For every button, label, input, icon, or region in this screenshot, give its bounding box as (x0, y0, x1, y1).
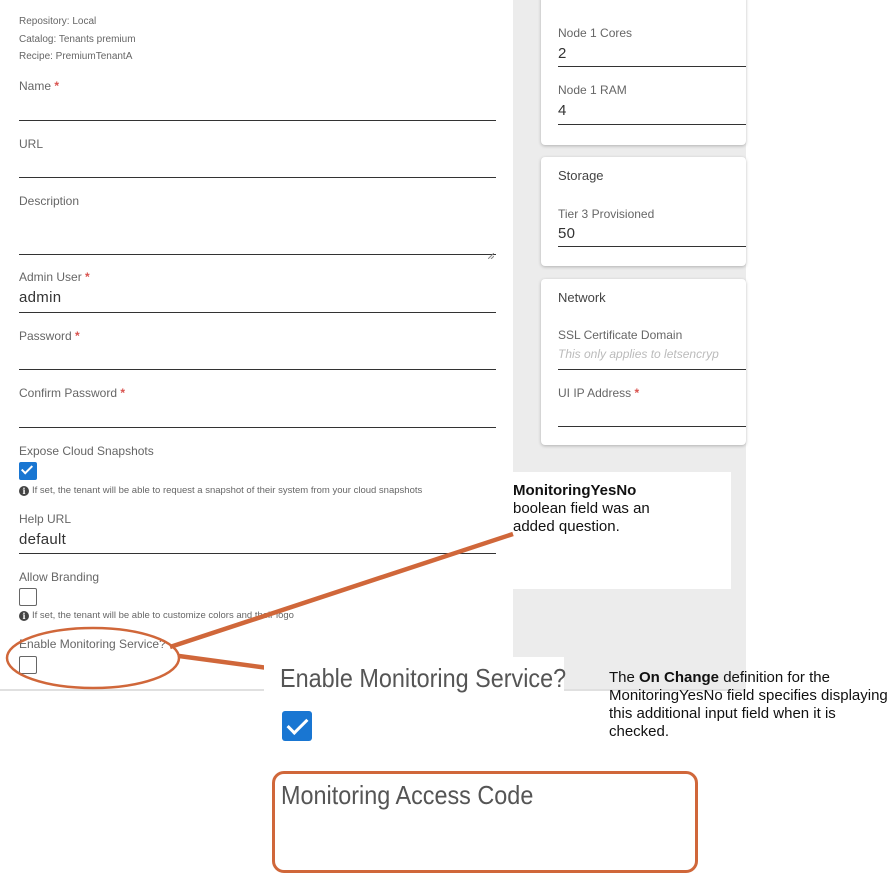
zoom-access-code-box[interactable]: Monitoring Access Code (272, 771, 698, 873)
on-change-emphasis: On Change (639, 669, 720, 686)
on-change-note: The On Change definition for the Monitor… (609, 669, 888, 740)
zoom-access-code-label: Monitoring Access Code (281, 780, 534, 810)
annotation-line-to-box (169, 531, 514, 650)
zoom-monitoring-label: Enable Monitoring Service? (280, 663, 567, 693)
annotation-line-to-zoom (178, 653, 269, 671)
zoom-monitoring-checkbox[interactable] (282, 711, 312, 741)
annotation-highlight-ellipse (5, 626, 181, 690)
